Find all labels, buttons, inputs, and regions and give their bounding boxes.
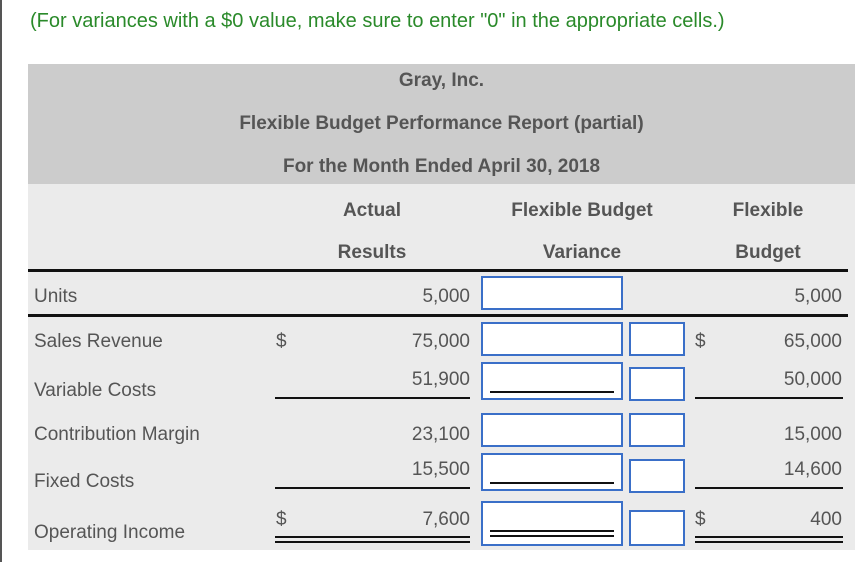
flexible-operating-income: 400	[810, 509, 842, 530]
actual-double-underline-bottom	[275, 541, 470, 543]
actual-units: 5,000	[422, 286, 470, 307]
fu-input-sales-revenue[interactable]	[629, 322, 685, 356]
report-period: For the Month Ended April 30, 2018	[282, 156, 601, 177]
actual-underline-fixed	[275, 487, 470, 489]
fu-input-fixed-costs[interactable]	[629, 459, 685, 493]
variance-underline-fixed	[490, 482, 614, 484]
fu-input-contribution-margin[interactable]	[629, 413, 685, 447]
actual-double-underline-top	[275, 536, 470, 538]
units-divider	[28, 314, 848, 317]
report-header: Gray, Inc. Flexible Budget Performance R…	[28, 64, 855, 184]
actual-underline-variable	[275, 397, 470, 399]
flexible-contribution-margin: 15,000	[783, 424, 842, 445]
flexible-dollar-sign-operating: $	[695, 509, 706, 530]
variance-double-underline-top	[490, 530, 614, 532]
page-left-border	[0, 0, 2, 562]
row-label-variable-costs: Variable Costs	[34, 380, 157, 401]
row-label-fixed-costs: Fixed Costs	[34, 471, 135, 492]
col-actual-line1: Actual	[342, 200, 402, 221]
report-title: Flexible Budget Performance Report (part…	[239, 113, 644, 134]
variance-input-variable-costs[interactable]	[481, 362, 623, 400]
fu-input-operating-income[interactable]	[629, 510, 685, 546]
flexible-underline-fixed	[695, 487, 843, 489]
fu-input-variable-costs[interactable]	[629, 367, 685, 401]
row-label-units: Units	[34, 286, 78, 307]
col-variance-line1: Flexible Budget	[511, 200, 653, 221]
company-name: Gray, Inc.	[398, 70, 485, 91]
actual-dollar-sign-operating: $	[276, 509, 287, 530]
variance-input-units[interactable]	[481, 276, 623, 310]
variance-input-contribution-margin[interactable]	[481, 413, 623, 447]
actual-variable-costs: 51,900	[411, 369, 470, 390]
row-label-operating-income: Operating Income	[34, 522, 186, 543]
flexible-variable-costs: 50,000	[783, 369, 842, 390]
flexible-dollar-sign-sales: $	[695, 331, 706, 352]
flexible-sales-revenue: 65,000	[783, 331, 842, 352]
report-table	[28, 184, 855, 550]
flexible-double-underline-bottom	[695, 541, 843, 543]
actual-dollar-sign-sales: $	[276, 331, 287, 352]
flexible-underline-variable	[695, 397, 843, 399]
variance-double-underline-bottom	[490, 535, 614, 537]
flexible-double-underline-top	[695, 536, 843, 538]
row-label-contribution-margin: Contribution Margin	[34, 424, 200, 445]
header-divider	[28, 269, 848, 272]
instruction-text: (For variances with a $0 value, make sur…	[30, 10, 725, 32]
actual-operating-income: 7,600	[422, 509, 470, 530]
actual-fixed-costs: 15,500	[411, 459, 470, 480]
actual-contribution-margin: 23,100	[411, 424, 470, 445]
variance-underline-variable	[490, 391, 614, 393]
actual-sales-revenue: 75,000	[411, 331, 470, 352]
col-variance-line2: Variance	[542, 242, 622, 263]
row-label-sales-revenue: Sales Revenue	[34, 331, 163, 352]
variance-input-fixed-costs[interactable]	[481, 453, 623, 491]
col-actual-line2: Results	[337, 242, 407, 263]
flexible-fixed-costs: 14,600	[783, 459, 842, 480]
col-flexible-line2: Budget	[735, 242, 801, 263]
flexible-units: 5,000	[794, 286, 842, 307]
variance-input-sales-revenue[interactable]	[481, 322, 623, 356]
variance-input-operating-income[interactable]	[481, 501, 623, 546]
col-flexible-line1: Flexible	[732, 200, 804, 221]
